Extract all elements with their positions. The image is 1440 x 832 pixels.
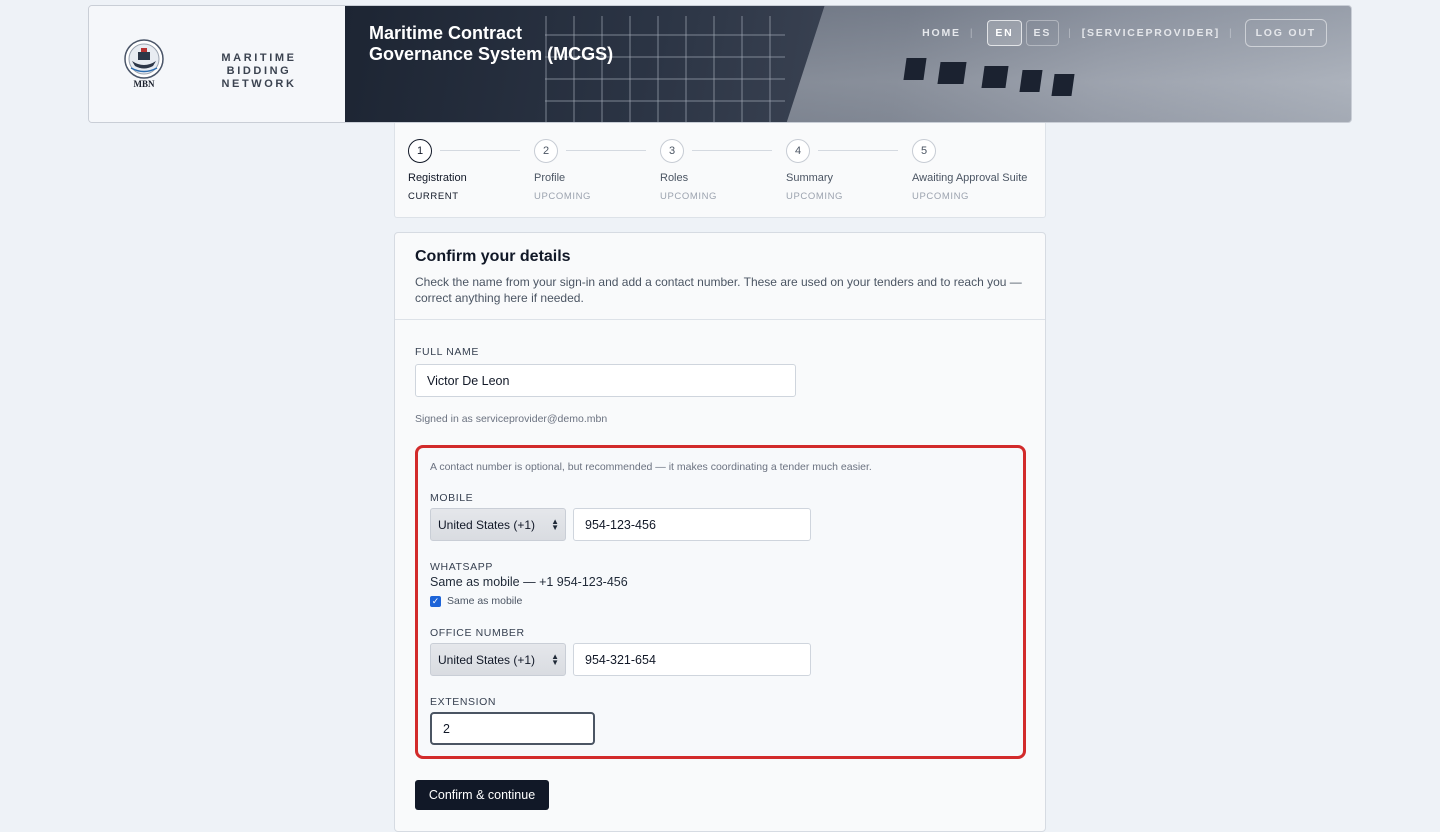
card-description: Check the name from your sign-in and add…	[415, 275, 1022, 305]
mobile-number-input[interactable]	[573, 508, 811, 541]
brand-name-line1: MARITIME BIDDING	[221, 52, 297, 77]
step-number: 1	[408, 139, 432, 163]
whatsapp-label: WHATSAPP	[430, 561, 493, 573]
step-label: Registration	[408, 172, 467, 184]
system-title: Maritime Contract Governance System (MCG…	[369, 23, 613, 65]
office-number-input[interactable]	[573, 643, 811, 676]
svg-text:MBN: MBN	[134, 79, 155, 89]
step-connector	[566, 150, 646, 151]
ship-window	[937, 62, 967, 84]
mobile-label: MOBILE	[430, 492, 474, 504]
same-as-mobile-label[interactable]: Same as mobile	[447, 595, 522, 607]
step-number: 2	[534, 139, 558, 163]
mobile-country-select[interactable]: United States (+1) ▲ ▼	[430, 508, 566, 541]
logout-button[interactable]: LOG OUT	[1244, 19, 1327, 47]
step-summary: 4 Summary UPCOMING	[786, 139, 912, 202]
brand-name: MARITIME BIDDING NETWORK	[189, 52, 329, 91]
user-role-label: [SERVICEPROVIDER]	[1081, 27, 1221, 39]
nav-separator: |	[1068, 27, 1073, 39]
full-name-label: FULL NAME	[415, 346, 479, 358]
step-status: UPCOMING	[912, 191, 970, 202]
system-title-line2: Governance System (MCGS)	[369, 44, 614, 64]
ship-window	[1051, 74, 1075, 96]
confirm-continue-button[interactable]: Confirm & continue	[415, 780, 549, 810]
system-title-line1: Maritime Contract	[369, 23, 523, 43]
signed-in-text: Signed in as serviceprovider@demo.mbn	[415, 413, 608, 425]
card-title: Confirm your details	[415, 248, 571, 265]
contact-numbers-section: A contact number is optional, but recomm…	[415, 445, 1026, 759]
step-number: 5	[912, 139, 936, 163]
step-number: 3	[660, 139, 684, 163]
office-country-select[interactable]: United States (+1) ▲ ▼	[430, 643, 566, 676]
nav-separator: |	[969, 27, 975, 39]
step-status: CURRENT	[408, 191, 459, 202]
header-hero-image: Maritime Contract Governance System (MCG…	[345, 6, 1351, 122]
lang-es-button[interactable]: ES	[1025, 20, 1060, 46]
brand-panel: MBN MARITIME BIDDING NETWORK	[89, 6, 345, 122]
step-connector	[440, 150, 520, 151]
office-number-label: OFFICE NUMBER	[430, 627, 525, 639]
office-country-value: United States (+1)	[438, 652, 536, 667]
confirm-details-card: Confirm your details Check the name from…	[394, 232, 1046, 832]
ship-window	[903, 58, 927, 80]
brand-name-line2: NETWORK	[221, 78, 297, 90]
step-status: UPCOMING	[534, 191, 592, 202]
step-number: 4	[786, 139, 810, 163]
select-arrows-icon: ▲ ▼	[551, 517, 559, 532]
step-connector	[818, 150, 898, 151]
ship-window	[981, 66, 1009, 88]
mobile-country-value: United States (+1)	[438, 517, 536, 532]
app-header: MBN MARITIME BIDDING NETWORK Maritime Co…	[88, 5, 1352, 123]
step-status: UPCOMING	[786, 191, 844, 202]
step-roles: 3 Roles UPCOMING	[660, 139, 786, 202]
step-label: Profile	[534, 172, 566, 184]
contact-note: A contact number is optional, but recomm…	[430, 461, 872, 473]
nav-separator: |	[1229, 27, 1234, 39]
lang-en-button[interactable]: EN	[987, 20, 1022, 46]
step-label: Roles	[660, 172, 689, 184]
card-header: Confirm your details Check the name from…	[395, 233, 1045, 320]
full-name-input[interactable]	[415, 364, 796, 397]
same-as-mobile-row[interactable]: ✓ Same as mobile	[430, 595, 522, 607]
extension-input[interactable]	[430, 712, 595, 745]
nav-home-link[interactable]: HOME	[922, 21, 961, 45]
step-registration: 1 Registration CURRENT	[408, 139, 534, 202]
step-connector	[692, 150, 772, 151]
whatsapp-value: Same as mobile — +1 954-123-456	[430, 575, 628, 589]
select-arrows-icon: ▲ ▼	[551, 652, 559, 667]
ship-window	[1019, 70, 1043, 92]
step-awaiting-approval: 5 Awaiting Approval Suite UPCOMING	[912, 139, 1042, 202]
same-as-mobile-checkbox[interactable]: ✓	[430, 595, 441, 607]
step-label: Summary	[786, 172, 834, 184]
top-nav: HOME | EN ES | [SERVICEPROVIDER] | LOG O…	[922, 19, 1327, 47]
registration-stepper: 1 Registration CURRENT 2 Profile UPCOMIN…	[394, 123, 1046, 218]
step-label: Awaiting Approval Suite	[912, 172, 1028, 184]
step-status: UPCOMING	[660, 191, 718, 202]
mbn-logo[interactable]: MBN	[123, 39, 165, 89]
extension-label: EXTENSION	[430, 696, 497, 708]
step-profile: 2 Profile UPCOMING	[534, 139, 660, 202]
